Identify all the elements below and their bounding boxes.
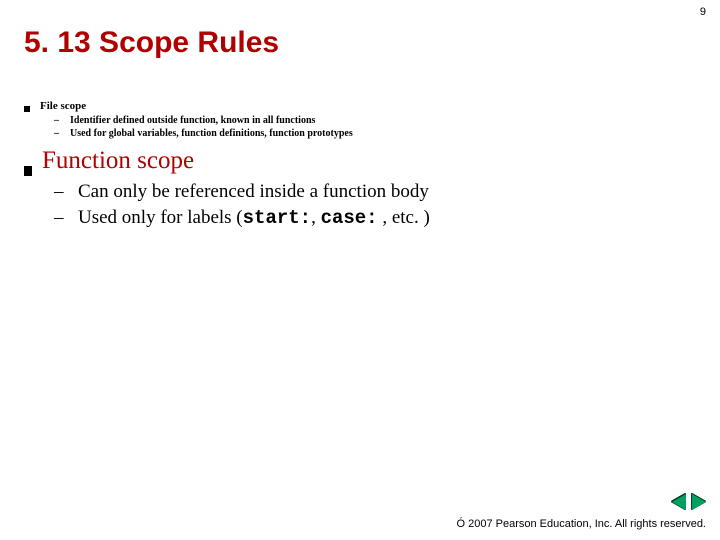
slide-title: 5. 13 Scope Rules bbox=[24, 26, 279, 60]
function-scope-heading: Function scope bbox=[42, 147, 194, 175]
nav-controls bbox=[672, 494, 706, 510]
dash-icon: – bbox=[54, 115, 70, 126]
dash-icon: – bbox=[54, 207, 78, 229]
square-bullet-icon bbox=[24, 166, 32, 176]
function-scope-subitems: – Can only be referenced inside a functi… bbox=[54, 181, 696, 229]
list-item: – Used only for labels (start:, case: , … bbox=[54, 207, 696, 229]
file-scope-item-1: Identifier defined outside function, kno… bbox=[70, 115, 315, 126]
triangle-left-icon bbox=[672, 494, 686, 510]
page-number: 9 bbox=[700, 6, 706, 18]
list-item: – Can only be referenced inside a functi… bbox=[54, 181, 696, 203]
text-fragment: , bbox=[311, 207, 321, 228]
list-item: – Used for global variables, function de… bbox=[54, 128, 696, 139]
function-scope-item-2: Used only for labels (start:, case: , et… bbox=[78, 207, 430, 229]
next-button[interactable] bbox=[692, 494, 706, 510]
file-scope-item-2: Used for global variables, function defi… bbox=[70, 128, 353, 139]
file-scope-subitems: – Identifier defined outside function, k… bbox=[54, 115, 696, 139]
triangle-right-icon bbox=[692, 494, 706, 510]
file-scope-heading: File scope bbox=[40, 100, 86, 112]
function-scope-item-1: Can only be referenced inside a function… bbox=[78, 181, 429, 203]
code-case: case: bbox=[321, 207, 378, 229]
square-bullet-icon bbox=[24, 106, 30, 112]
section-function-scope: Function scope bbox=[24, 147, 696, 175]
prev-button[interactable] bbox=[672, 494, 686, 510]
text-fragment: , etc. ) bbox=[378, 207, 430, 228]
dash-icon: – bbox=[54, 181, 78, 203]
list-item: – Identifier defined outside function, k… bbox=[54, 115, 696, 126]
dash-icon: – bbox=[54, 128, 70, 139]
section-file-scope: File scope bbox=[24, 100, 696, 115]
text-fragment: Used only for labels ( bbox=[78, 207, 243, 228]
code-start: start: bbox=[243, 207, 311, 229]
copyright-footer: Ó 2007 Pearson Education, Inc. All right… bbox=[457, 518, 706, 530]
content-area: File scope – Identifier defined outside … bbox=[24, 100, 696, 233]
